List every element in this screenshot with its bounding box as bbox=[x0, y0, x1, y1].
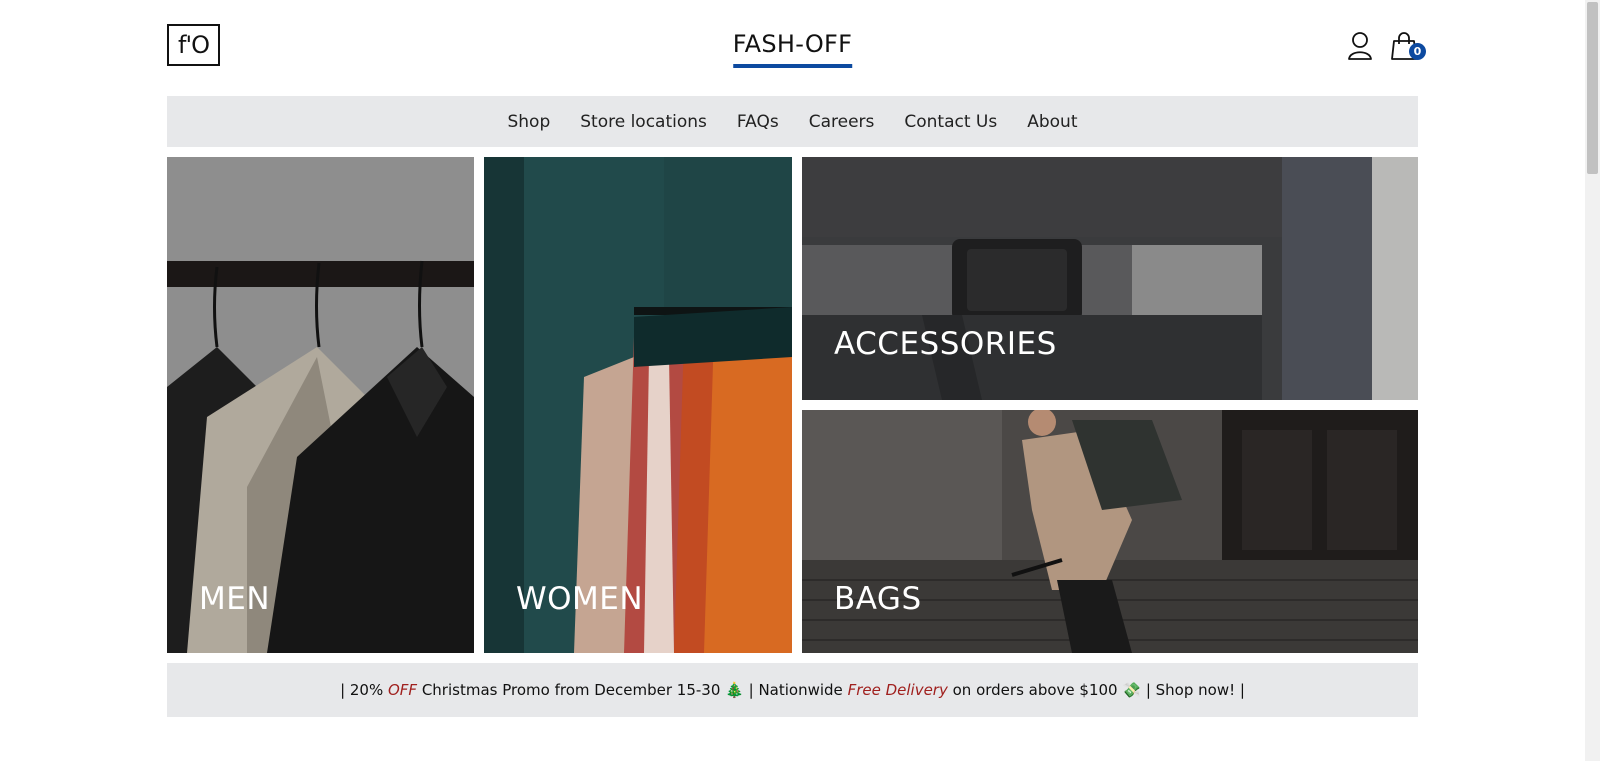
cart-button[interactable]: 0 bbox=[1390, 30, 1426, 62]
promo-text-part2: Christmas Promo from December 15-30 bbox=[417, 681, 726, 699]
nav-careers[interactable]: Careers bbox=[809, 112, 875, 132]
category-label-men: MEN bbox=[199, 581, 271, 617]
promo-text-part4: on orders above $100 bbox=[947, 681, 1123, 699]
promo-text-part1: | 20% bbox=[340, 681, 388, 699]
category-label-women: WOMEN bbox=[516, 581, 644, 617]
women-clothing-rack-image bbox=[484, 157, 792, 653]
promo-banner[interactable]: | 20% OFF Christmas Promo from December … bbox=[167, 663, 1418, 717]
site-header: f'O FASH-OFF 0 bbox=[167, 0, 1426, 92]
main-nav: Shop Store locations FAQs Careers Contac… bbox=[167, 96, 1418, 147]
category-tile-women[interactable]: WOMEN bbox=[484, 157, 792, 653]
cart-count-badge: 0 bbox=[1409, 43, 1426, 60]
nav-store-locations[interactable]: Store locations bbox=[580, 112, 707, 132]
category-tile-men[interactable]: MEN bbox=[167, 157, 474, 653]
scrollbar-thumb[interactable] bbox=[1587, 2, 1598, 174]
category-grid: MEN WOMEN ACCESSORIES BAGS bbox=[167, 157, 1418, 653]
nav-about[interactable]: About bbox=[1027, 112, 1077, 132]
promo-free-delivery: Free Delivery bbox=[847, 681, 948, 699]
nav-shop[interactable]: Shop bbox=[507, 112, 550, 132]
nav-contact-us[interactable]: Contact Us bbox=[904, 112, 997, 132]
promo-text-part3: | Nationwide bbox=[743, 681, 848, 699]
brand-title[interactable]: FASH-OFF bbox=[732, 30, 853, 68]
site-logo[interactable]: f'O bbox=[167, 24, 220, 66]
belt-image bbox=[802, 157, 1418, 400]
category-tile-bags[interactable]: BAGS bbox=[802, 410, 1418, 653]
header-icons: 0 bbox=[1346, 30, 1426, 62]
brand[interactable]: FASH-OFF bbox=[732, 30, 853, 68]
category-tile-accessories[interactable]: ACCESSORIES bbox=[802, 157, 1418, 400]
category-label-bags: BAGS bbox=[834, 581, 922, 617]
nav-faqs[interactable]: FAQs bbox=[737, 112, 779, 132]
user-icon[interactable] bbox=[1346, 30, 1374, 62]
christmas-tree-icon: 🎄 bbox=[725, 681, 744, 699]
promo-off: OFF bbox=[388, 681, 418, 699]
money-icon: 💸 bbox=[1122, 681, 1142, 699]
page-scrollbar[interactable] bbox=[1585, 0, 1600, 761]
promo-text-part5: | Shop now! | bbox=[1141, 681, 1245, 699]
category-label-accessories: ACCESSORIES bbox=[834, 326, 1057, 362]
men-shirts-image bbox=[167, 157, 474, 653]
